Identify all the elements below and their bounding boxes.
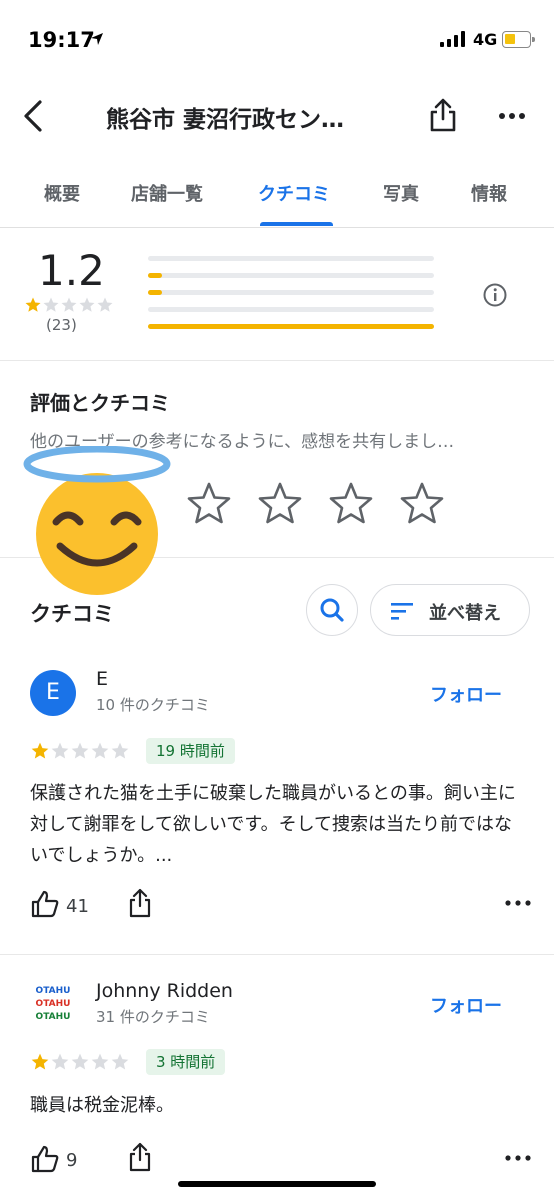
status-time: 19:17 [28,28,95,52]
reviewer-avatar[interactable]: E [30,670,76,716]
star-empty-icon [91,742,109,759]
share-icon[interactable] [128,888,152,918]
home-indicator [178,1181,376,1187]
sort-icon [391,603,413,620]
reviews-title: クチコミ [30,602,114,626]
average-rating-stars [24,296,114,314]
more-options-icon[interactable] [498,104,526,128]
tab-photos[interactable]: 写真 [383,180,419,206]
tab-stores[interactable]: 店舗一覧 [131,180,203,206]
rating-bar-fill [148,273,163,278]
like-count: 9 [66,1150,78,1171]
reviews-header: クチコミ 並べ替え [0,558,554,654]
cellular-signal-icon [440,31,465,47]
reviewer-review-count: 10 件のクチコミ [96,696,210,714]
rating-bar-fill [148,324,434,329]
star-empty-icon [51,1053,69,1070]
avatar-logo-text-3: OTAHU [36,1012,71,1022]
info-icon[interactable] [482,282,508,308]
rating-bar-4-star [148,273,434,278]
star-empty-icon [79,297,95,312]
follow-button[interactable]: フォロー [430,992,502,1018]
reviewer-name[interactable]: E [96,668,108,690]
more-options-icon[interactable] [504,1153,532,1163]
rating-bar-fill [148,290,163,295]
share-icon[interactable] [428,97,458,133]
rating-summary: 1.2 (23) [0,228,554,361]
search-icon [320,598,344,622]
star-filled-icon [31,742,49,759]
sort-button[interactable]: 並べ替え [370,584,530,636]
sort-label: 並べ替え [429,603,501,624]
battery-icon [502,31,535,48]
rate-star-3[interactable] [256,479,304,527]
thumbs-up-icon[interactable] [30,1144,60,1174]
review-divider [0,954,554,955]
reviewer-review-count: 31 件のクチコミ [96,1008,210,1026]
star-filled-icon [25,297,41,312]
reviewer-avatar-logo[interactable]: OTAHU OTAHU OTAHU [30,980,76,1026]
back-arrow-icon[interactable] [20,98,48,134]
tab-bar: 概要 店舗一覧 クチコミ 写真 情報 [0,168,554,228]
avatar-logo-text-2: OTAHU [36,999,71,1009]
rating-distribution [148,256,434,341]
rating-bar-2-star [148,307,434,312]
tab-overview[interactable]: 概要 [44,180,80,206]
review-text: 職員は税金泥棒。 [30,1095,174,1116]
rating-bar-3-star [148,290,434,295]
location-arrow-icon [91,33,103,45]
app-header: 熊谷市 妻沼行政セン… [0,80,554,152]
star-empty-icon [91,1053,109,1070]
star-empty-icon [97,297,113,312]
share-icon[interactable] [128,1142,152,1172]
rating-bar-5-star [148,256,434,261]
star-empty-icon [61,297,77,312]
tab-info[interactable]: 情報 [471,180,507,206]
thumbs-up-icon[interactable] [30,889,60,919]
like-count: 41 [66,896,89,917]
status-bar: 19:17 4G [0,0,554,80]
follow-button[interactable]: フォロー [430,681,502,707]
rate-star-4[interactable] [327,479,375,527]
rate-title: 評価とクチコミ [30,391,170,415]
review-text: 保護された猫を土手に破棄した職員がいるとの事。飼い主に対して謝罪をして欲しいです… [30,783,516,866]
rating-bar-1-star [148,324,434,329]
average-rating: 1.2 [38,246,105,295]
rate-star-5[interactable] [398,479,446,527]
search-reviews-button[interactable] [306,584,358,636]
review-time-badge: 19 時間前 [146,738,235,764]
rate-star-2[interactable] [185,479,233,527]
more-options-icon[interactable] [504,898,532,908]
active-tab-indicator [260,222,333,226]
star-empty-icon [71,1053,89,1070]
avatar-logo-text-1: OTAHU [36,986,71,996]
star-filled-icon [31,1053,49,1070]
star-empty-icon [51,742,69,759]
star-empty-icon [111,742,129,759]
star-empty-icon [111,1053,129,1070]
rating-count: (23) [46,316,77,334]
review-time-badge: 3 時間前 [146,1049,226,1075]
page-title: 熊谷市 妻沼行政セン… [106,107,345,133]
network-type: 4G [473,30,498,49]
star-empty-icon [43,297,59,312]
star-empty-icon [71,742,89,759]
review-stars [30,1052,130,1072]
reviewer-name[interactable]: Johnny Ridden [96,980,233,1002]
review-stars [30,741,130,761]
tab-reviews[interactable]: クチコミ [258,180,330,206]
